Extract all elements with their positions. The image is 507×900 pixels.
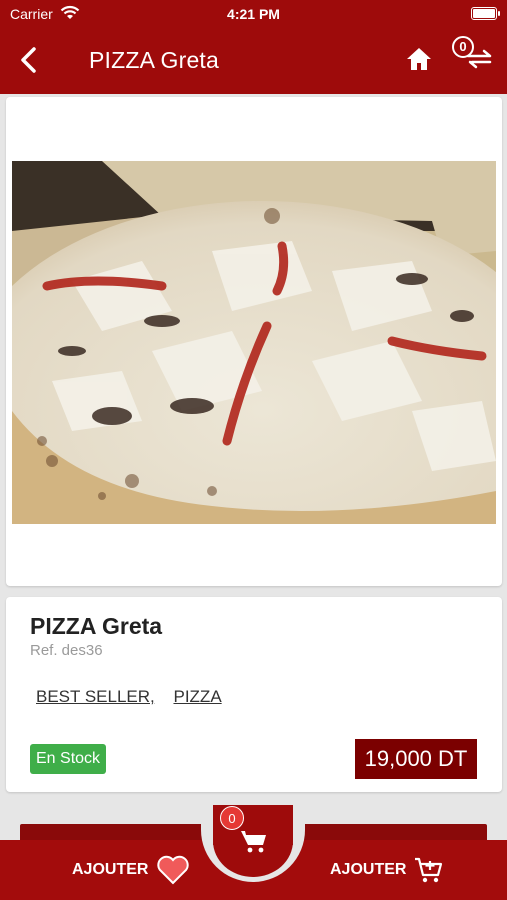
add-to-cart-label: AJOUTER <box>330 861 407 878</box>
wishlist-label: AJOUTER <box>72 861 149 878</box>
cart-icon <box>241 831 266 853</box>
product-info-card: PIZZA Greta Ref. des36 BEST SELLER, PIZZ… <box>6 597 502 792</box>
compare-button[interactable]: 0 <box>452 36 494 72</box>
home-icon[interactable] <box>405 46 433 72</box>
product-name: PIZZA Greta <box>30 613 163 639</box>
product-photo[interactable] <box>12 161 496 524</box>
status-time: 4:21 PM <box>227 6 280 22</box>
product-ref: Ref. des36 <box>30 642 103 659</box>
page-title: PIZZA Greta <box>89 47 220 73</box>
status-bar: Carrier 4:21 PM <box>0 0 507 28</box>
add-to-wishlist-button[interactable]: AJOUTER <box>72 854 190 886</box>
product-image-card <box>6 97 502 586</box>
cart-count-badge: 0 <box>220 806 244 830</box>
app-header: Carrier 4:21 PM PIZZA Greta 0 <box>0 0 507 94</box>
heart-icon <box>157 855 190 885</box>
compare-count-badge: 0 <box>452 36 474 58</box>
add-to-cart-button[interactable]: AJOUTER <box>330 854 444 886</box>
pizza-image <box>12 161 496 524</box>
price-tag: 19,000 DT <box>355 739 477 779</box>
add-cart-icon <box>415 857 443 883</box>
category-links: BEST SELLER, PIZZA <box>36 687 236 707</box>
category-link-best-seller[interactable]: BEST SELLER, <box>36 687 155 706</box>
category-link-pizza[interactable]: PIZZA <box>173 687 221 706</box>
stock-badge: En Stock <box>30 744 107 774</box>
battery-icon <box>471 7 500 20</box>
back-icon[interactable] <box>16 46 42 74</box>
